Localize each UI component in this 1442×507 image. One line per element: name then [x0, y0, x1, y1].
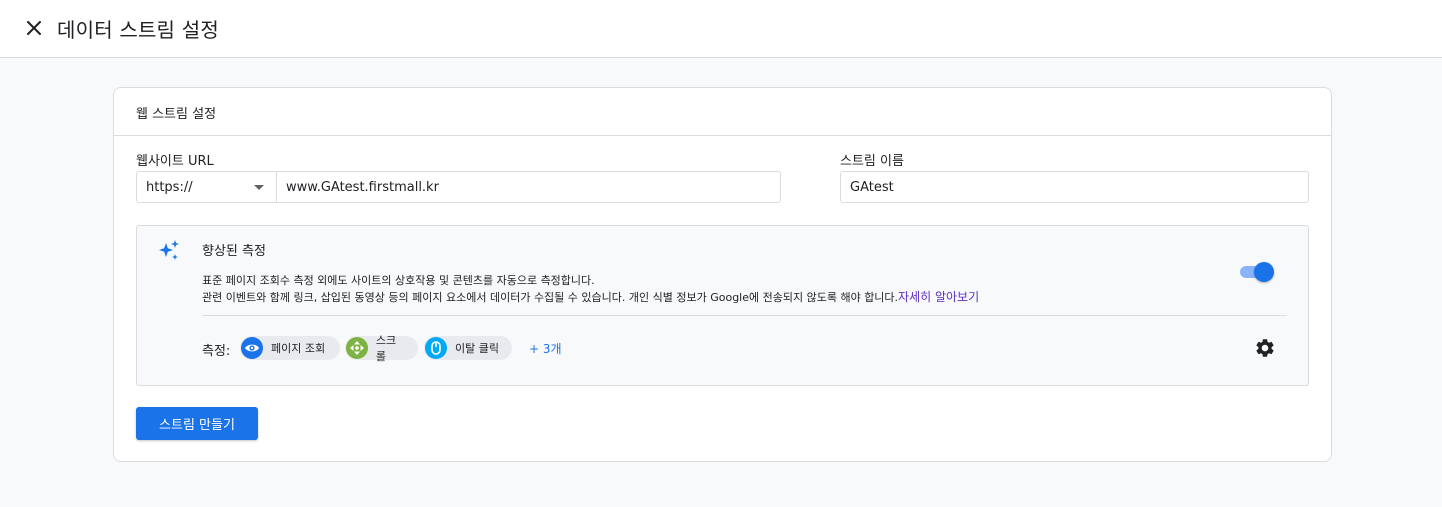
- website-url-label: 웹사이트 URL: [136, 154, 214, 169]
- enhanced-measurement-title: 향상된 측정: [202, 244, 266, 259]
- protocol-value: https://: [146, 180, 193, 195]
- measure-label: 측정:: [202, 344, 231, 359]
- chip-page-view[interactable]: 페이지 조회: [240, 336, 340, 360]
- chip-outbound-click[interactable]: 이탈 클릭: [424, 336, 512, 360]
- description-line-2-text: 관련 이벤트와 함께 링크, 삽입된 동영상 등의 페이지 요소에서 데이터가 …: [202, 291, 899, 304]
- more-measurements-link[interactable]: + 3개: [529, 340, 562, 357]
- chip-scroll[interactable]: 스크롤: [345, 334, 418, 363]
- close-button[interactable]: [22, 16, 46, 40]
- enhanced-measurement-toggle[interactable]: [1240, 262, 1274, 282]
- sparkle-icon: [159, 240, 179, 260]
- description-line-2: 관련 이벤트와 함께 링크, 삽입된 동영상 등의 페이지 요소에서 데이터가 …: [202, 289, 979, 306]
- web-stream-card: 웹 스트림 설정 웹사이트 URL https:// www.GAtest.fi…: [113, 87, 1332, 462]
- close-icon: [27, 21, 41, 35]
- card-title: 웹 스트림 설정: [114, 88, 1331, 136]
- website-url-input[interactable]: www.GAtest.firstmall.kr: [276, 171, 781, 203]
- enhanced-measurement-panel: 향상된 측정 표준 페이지 조회수 측정 외에도 사이트의 상호작용 및 콘텐츠…: [136, 225, 1309, 386]
- create-stream-button[interactable]: 스트림 만들기: [136, 407, 258, 440]
- divider: [202, 315, 1287, 316]
- page-title: 데이터 스트림 설정: [57, 18, 219, 42]
- description-line-1: 표준 페이지 조회수 측정 외에도 사이트의 상호작용 및 콘텐츠를 자동으로 …: [202, 274, 595, 287]
- chip-label: 스크롤: [375, 334, 397, 363]
- chip-label: 페이지 조회: [271, 342, 326, 355]
- toggle-knob: [1254, 262, 1274, 282]
- stream-name-label: 스트림 이름: [840, 154, 904, 169]
- gear-icon[interactable]: [1254, 337, 1276, 359]
- chip-label: 이탈 클릭: [455, 342, 499, 355]
- enhanced-measurement-description: 표준 페이지 조회수 측정 외에도 사이트의 상호작용 및 콘텐츠를 자동으로 …: [202, 272, 979, 306]
- mouse-icon: [425, 337, 447, 359]
- protocol-select[interactable]: https://: [136, 171, 276, 203]
- stream-name-input[interactable]: GAtest: [840, 171, 1309, 203]
- dropdown-arrow-icon: [254, 185, 264, 190]
- learn-more-link[interactable]: 자세히 알아보기: [898, 290, 979, 304]
- eye-icon: [241, 337, 263, 359]
- scroll-arrows-icon: [346, 337, 368, 359]
- top-bar: 데이터 스트림 설정: [0, 0, 1442, 58]
